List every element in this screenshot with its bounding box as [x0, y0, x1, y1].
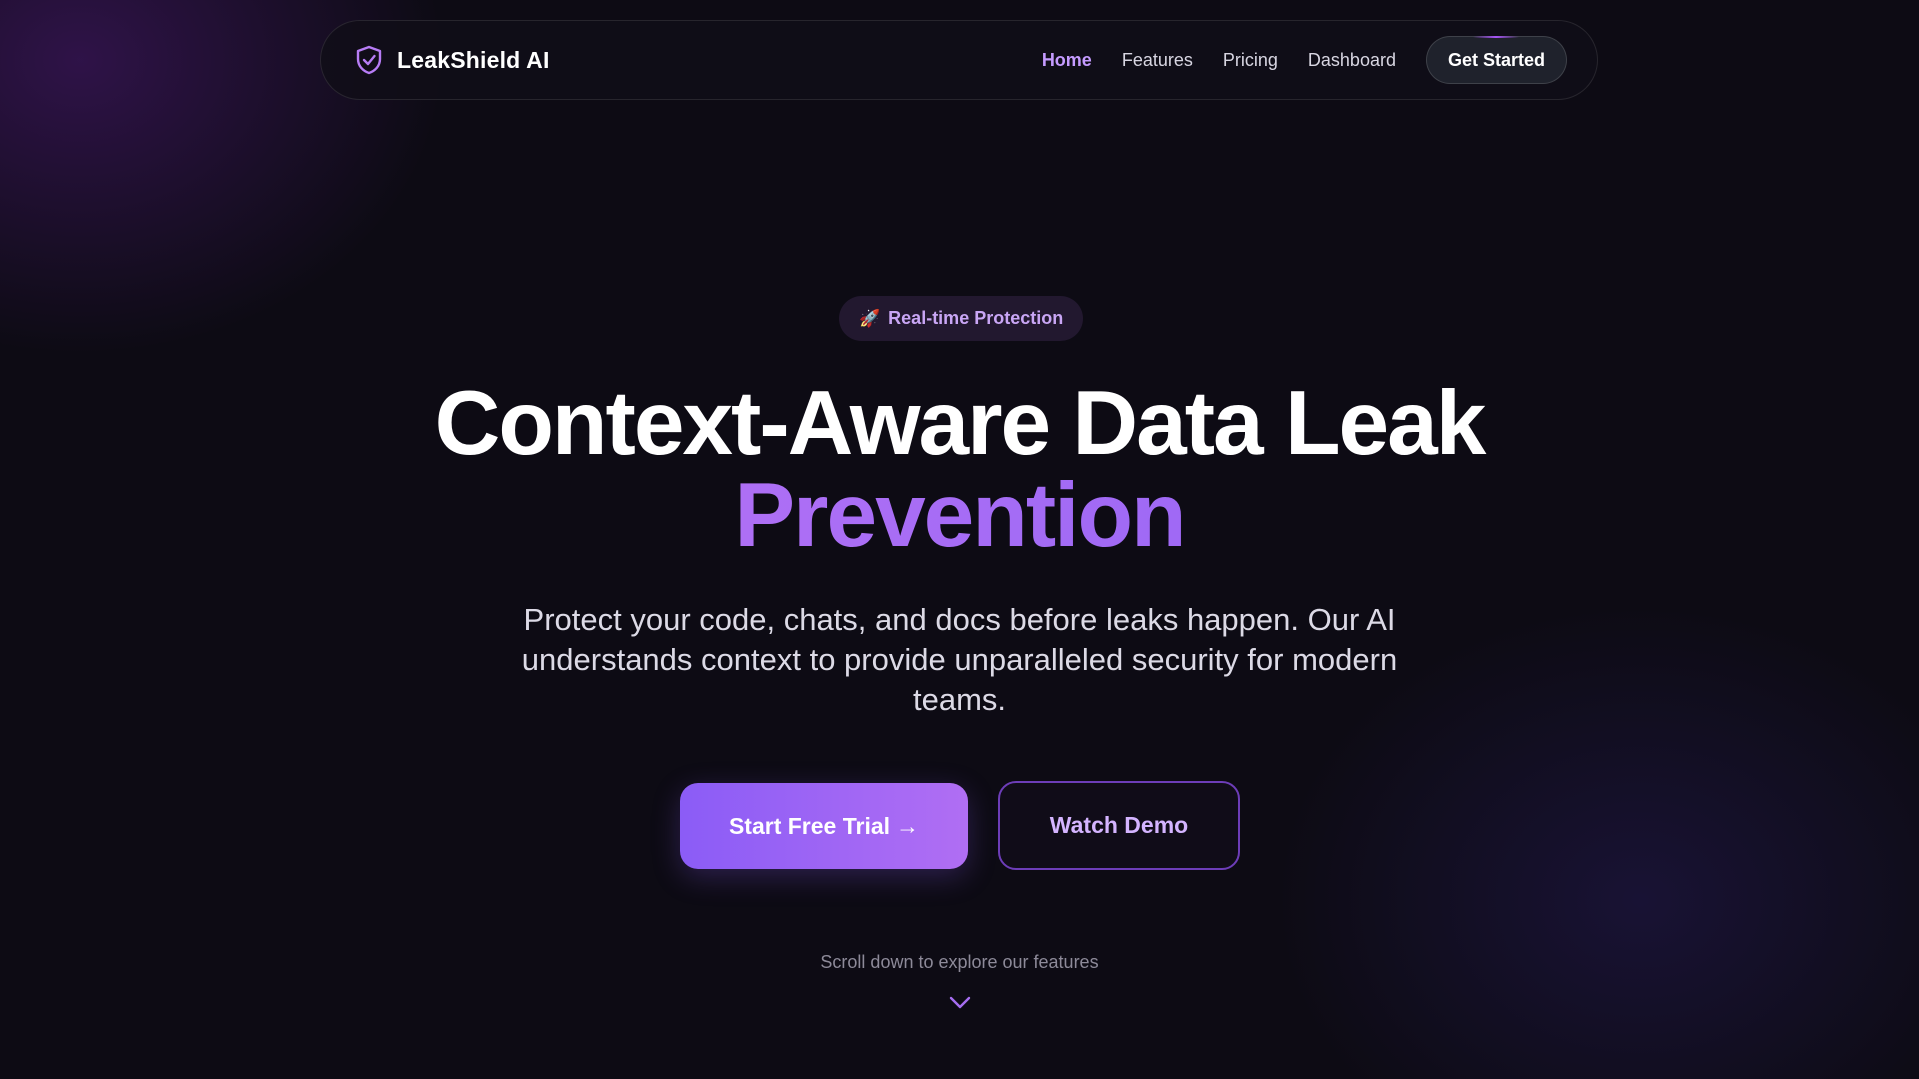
- rocket-icon: 🚀: [859, 309, 881, 328]
- hero-headline: Context-Aware Data Leak Prevention: [0, 378, 1919, 562]
- chevron-down-icon[interactable]: [947, 992, 973, 1012]
- headline-line-2: Prevention: [0, 470, 1919, 562]
- arrow-right-icon: →: [896, 812, 920, 839]
- nav-link-home[interactable]: Home: [1042, 50, 1092, 71]
- nav-link-pricing[interactable]: Pricing: [1223, 50, 1278, 71]
- shield-check-icon: [353, 44, 385, 76]
- headline-line-1: Context-Aware Data Leak: [434, 373, 1487, 474]
- badge-text: Real-time Protection: [888, 308, 1064, 328]
- brand-name: LeakShield AI: [397, 46, 550, 73]
- landing-page: LeakShield AI Home Features Pricing Dash…: [0, 0, 1919, 1079]
- get-started-button[interactable]: Get Started: [1425, 36, 1567, 84]
- start-free-trial-button[interactable]: Start Free Trial →: [680, 783, 968, 869]
- nav-links: Home Features Pricing Dashboard Get Star…: [1042, 36, 1567, 84]
- start-free-trial-label: Start Free Trial: [728, 812, 891, 839]
- brand[interactable]: LeakShield AI: [353, 44, 550, 76]
- top-navbar: LeakShield AI Home Features Pricing Dash…: [320, 20, 1598, 100]
- nav-link-dashboard[interactable]: Dashboard: [1308, 50, 1396, 71]
- real-time-protection-badge: 🚀 Real-time Protection: [839, 296, 1084, 341]
- hero-subtitle: Protect your code, chats, and docs befor…: [521, 602, 1398, 717]
- scroll-hint: Scroll down to explore our features: [820, 952, 1099, 972]
- watch-demo-button[interactable]: Watch Demo: [998, 781, 1240, 870]
- nav-link-features[interactable]: Features: [1122, 50, 1193, 71]
